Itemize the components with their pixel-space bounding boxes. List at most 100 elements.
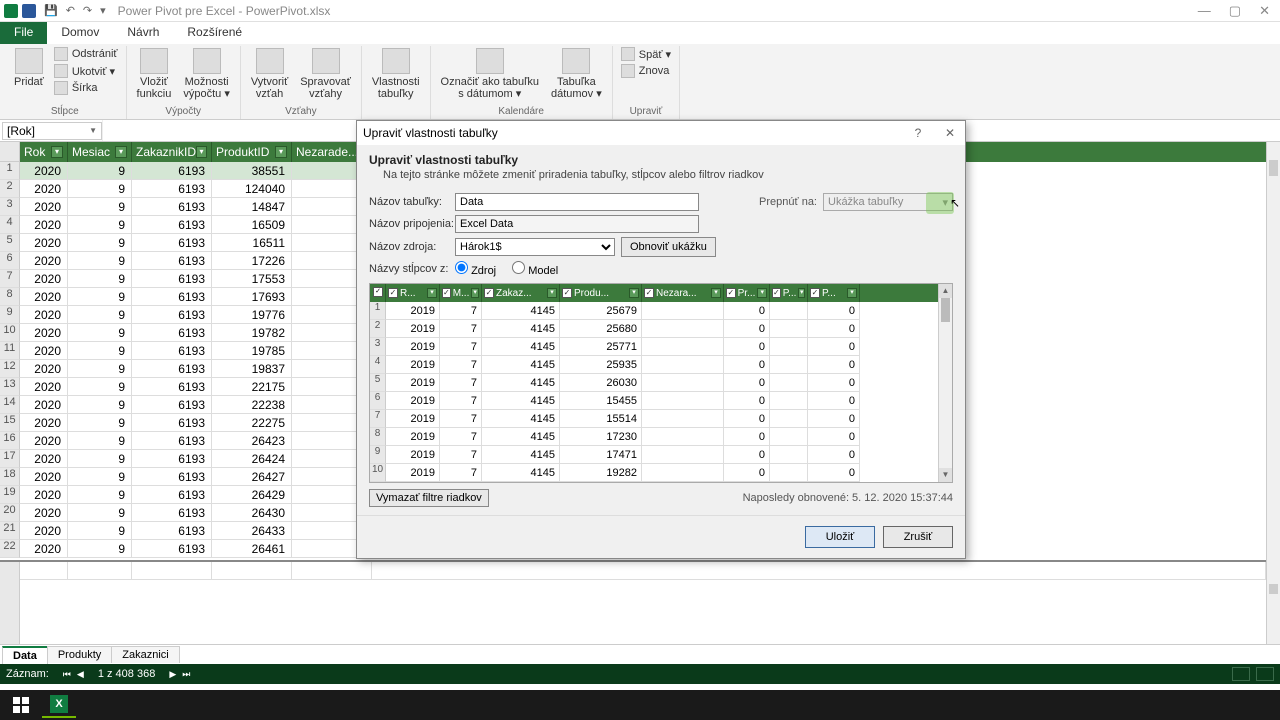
preview-row[interactable]: 22019741452568000 — [370, 320, 938, 338]
preview-row[interactable]: 52019741452603000 — [370, 374, 938, 392]
tab-navrh[interactable]: Návrh — [113, 22, 173, 44]
preview-row[interactable]: 42019741452593500 — [370, 356, 938, 374]
ribbon-oznacit-datum-button[interactable]: Označiť ako tabuľku s dátumom ▾ — [437, 46, 543, 102]
last-refreshed-label: Naposledy obnovené: 5. 12. 2020 15:37:44 — [743, 492, 953, 504]
excel-icon: X — [50, 695, 68, 713]
ribbon-spat-button[interactable]: Späť ▾ — [619, 46, 673, 62]
tab-domov[interactable]: Domov — [47, 22, 113, 44]
window-close-icon[interactable]: ✕ — [1259, 3, 1270, 19]
record-nav-fwd[interactable]: ▶⏭ — [169, 669, 190, 680]
view-grid-icon[interactable] — [1232, 667, 1250, 681]
cancel-button[interactable]: Zrušiť — [883, 526, 953, 548]
ribbon-spravovat-vztahy-button[interactable]: Spravovať vzťahy — [296, 46, 355, 102]
app-icon-excel — [22, 4, 36, 18]
windows-icon — [13, 697, 29, 713]
filter-dropdown-icon[interactable]: ▾ — [51, 146, 63, 158]
qat-redo-icon[interactable]: ↷ — [83, 4, 92, 17]
fx-icon — [140, 48, 168, 74]
select-prepnut-na[interactable]: Ukážka tabuľky▾ ↖ — [823, 193, 953, 211]
scroll-up-icon[interactable]: ▲ — [939, 284, 952, 298]
input-conn-name — [455, 215, 699, 233]
window-minimize-icon[interactable]: — — [1198, 3, 1211, 19]
radio-zdroj[interactable]: Zdroj — [455, 261, 496, 277]
preview-col-header[interactable]: ✓M...▾ — [440, 284, 482, 302]
ribbon-moznosti-vypoctu-button[interactable]: Možnosti výpočtu ▾ — [179, 46, 234, 102]
name-box[interactable]: [Rok]▼ — [2, 122, 102, 140]
save-button[interactable]: Uložiť — [805, 526, 875, 548]
view-diagram-icon[interactable] — [1256, 667, 1274, 681]
col-header-rok[interactable]: Rok▾ — [20, 142, 68, 162]
ribbon-sirka-button[interactable]: Šírka — [52, 80, 120, 96]
refresh-preview-button[interactable]: Obnoviť ukážku — [621, 237, 716, 257]
ribbon-tabulka-datumov-button[interactable]: Tabuľka dátumov ▾ — [547, 46, 606, 102]
tab-rozsirene[interactable]: Rozšírené — [173, 22, 256, 44]
preview-grid: ✓✓R...▾✓M...▾✓Zakaz...▾✓Produ...▾✓Nezara… — [369, 283, 953, 483]
preview-col-header[interactable]: ✓R...▾ — [386, 284, 440, 302]
scroll-down-icon[interactable]: ▼ — [939, 468, 952, 482]
ribbon-pridat-button[interactable]: Pridať — [10, 46, 48, 90]
col-header-produkt[interactable]: ProduktID▾ — [212, 142, 292, 162]
preview-row[interactable]: 102019741451928200 — [370, 464, 938, 482]
cursor-icon: ↖ — [950, 196, 960, 210]
label-source-name: Názov zdroja: — [369, 241, 455, 253]
date-mark-icon — [476, 48, 504, 74]
preview-row[interactable]: 62019741451545500 — [370, 392, 938, 410]
ribbon: Pridať Odstrániť Ukotviť ▾ Šírka Stĺpce … — [0, 44, 1280, 120]
vertical-scrollbar[interactable] — [1266, 142, 1280, 644]
qat-undo-icon[interactable]: ↶ — [66, 4, 75, 17]
preview-row[interactable]: 92019741451747100 — [370, 446, 938, 464]
dialog-edit-table-properties: Upraviť vlastnosti tabuľky ? ✕ Upraviť v… — [356, 120, 966, 559]
preview-col-header[interactable]: ✓P...▾ — [770, 284, 808, 302]
dialog-help-icon[interactable]: ? — [909, 126, 927, 140]
add-column-icon — [15, 48, 43, 74]
window-maximize-icon[interactable]: ▢ — [1229, 3, 1241, 19]
select-source-name[interactable]: Hárok1$ — [455, 238, 615, 256]
preview-scrollbar[interactable]: ▲ ▼ — [938, 284, 952, 482]
preview-col-header[interactable]: ✓Pr...▾ — [724, 284, 770, 302]
filter-dropdown-icon[interactable]: ▾ — [275, 146, 287, 158]
ribbon-vytvorit-vztah-button[interactable]: Vytvoriť vzťah — [247, 46, 292, 102]
clear-row-filters-button[interactable]: Vymazať filtre riadkov — [369, 489, 489, 507]
width-icon — [54, 81, 68, 95]
start-button[interactable] — [4, 692, 38, 718]
preview-col-header[interactable]: ✓Zakaz...▾ — [482, 284, 560, 302]
qat-dropdown-icon[interactable]: ▾ — [100, 4, 106, 17]
status-record-count: 1 z 408 368 — [98, 668, 156, 680]
col-header-zakaznik[interactable]: ZakaznikID▾ — [132, 142, 212, 162]
qat-save-icon[interactable]: 💾 — [44, 4, 58, 17]
sheet-tabs: Data Produkty Zakaznici — [0, 644, 1280, 664]
ribbon-ukotvit-button[interactable]: Ukotviť ▾ — [52, 63, 120, 79]
dialog-heading: Upraviť vlastnosti tabuľky — [369, 153, 953, 167]
ribbon-vlastnosti-tabulky-button[interactable]: Vlastnosti tabuľky — [368, 46, 424, 102]
input-table-name[interactable] — [455, 193, 699, 211]
preview-col-header[interactable]: ✓P...▾ — [808, 284, 860, 302]
preview-col-header[interactable]: ✓Produ...▾ — [560, 284, 642, 302]
preview-row[interactable]: 12019741452567900 — [370, 302, 938, 320]
sheet-tab-zakaznici[interactable]: Zakaznici — [111, 646, 179, 663]
taskbar: X — [0, 690, 1280, 720]
sheet-tab-produkty[interactable]: Produkty — [47, 646, 112, 663]
record-nav[interactable]: ⏮◀ — [63, 669, 84, 680]
status-bar: Záznam: ⏮◀ 1 z 408 368 ▶⏭ — [0, 664, 1280, 684]
preview-row[interactable]: 32019741452577100 — [370, 338, 938, 356]
preview-col-header[interactable]: ✓Nezara...▾ — [642, 284, 724, 302]
tab-file[interactable]: File — [0, 22, 47, 44]
preview-row[interactable]: 82019741451723000 — [370, 428, 938, 446]
label-col-names-from: Názvy stĺpcov z: — [369, 263, 455, 275]
filter-dropdown-icon[interactable]: ▾ — [115, 146, 127, 158]
ribbon-odstranit-button[interactable]: Odstrániť — [52, 46, 120, 62]
create-relation-icon — [256, 48, 284, 74]
sheet-tab-data[interactable]: Data — [2, 646, 48, 664]
taskbar-excel[interactable]: X — [42, 692, 76, 718]
radio-model[interactable]: Model — [512, 261, 558, 277]
chevron-down-icon[interactable]: ▼ — [89, 126, 97, 135]
preview-row[interactable]: 72019741451551400 — [370, 410, 938, 428]
dialog-close-icon[interactable]: ✕ — [941, 126, 959, 140]
filter-dropdown-icon[interactable]: ▾ — [196, 146, 207, 158]
ribbon-tabs: File Domov Návrh Rozšírené — [0, 22, 1280, 44]
ribbon-znova-button[interactable]: Znova — [619, 63, 673, 79]
dialog-title: Upraviť vlastnosti tabuľky — [363, 126, 498, 140]
col-header-mesiac[interactable]: Mesiac▾ — [68, 142, 132, 162]
date-table-icon — [562, 48, 590, 74]
ribbon-vlozit-funkciu-button[interactable]: Vložiť funkciu — [133, 46, 176, 102]
